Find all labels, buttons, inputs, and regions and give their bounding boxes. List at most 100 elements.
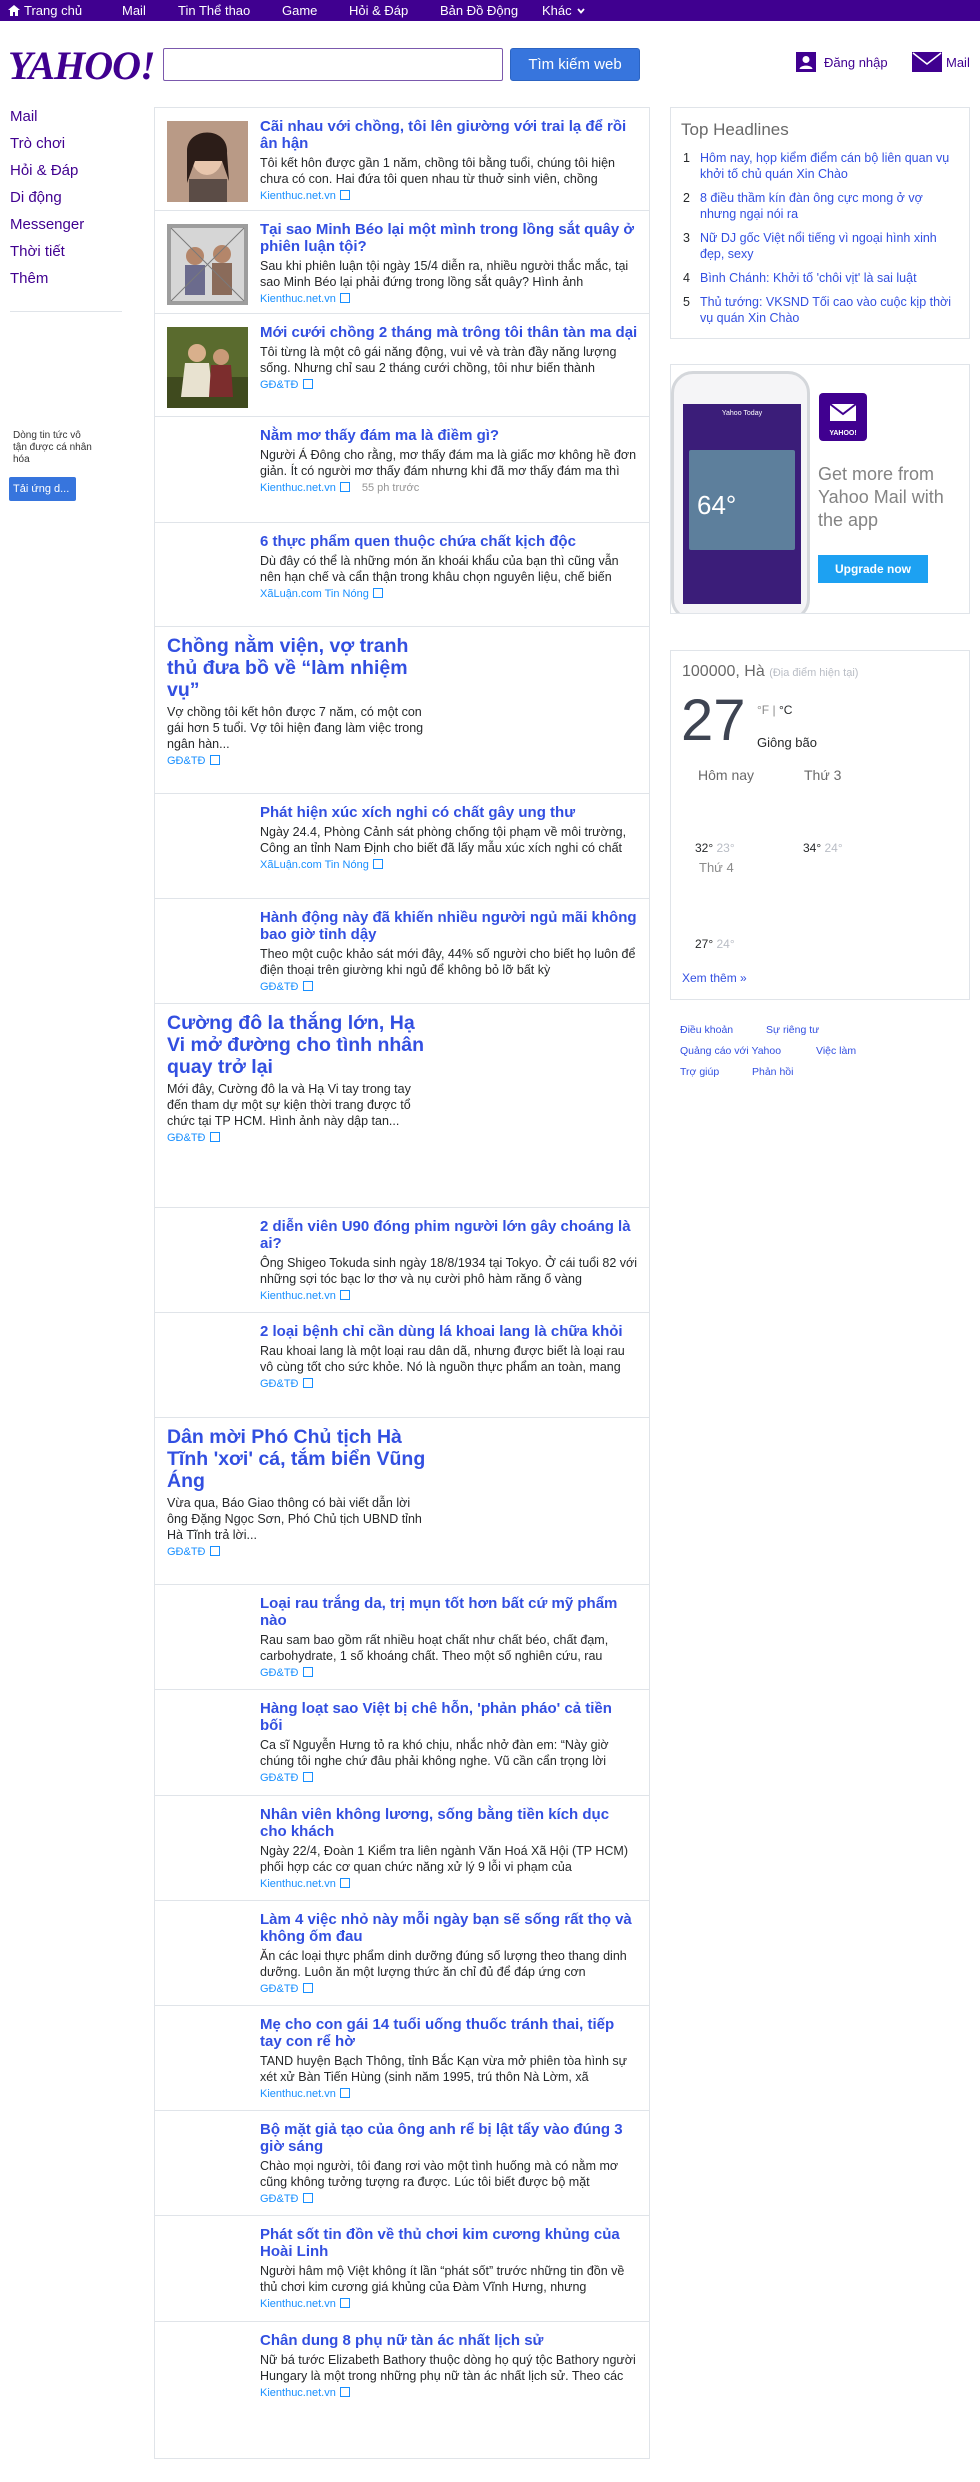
- stream-item[interactable]: Dân mời Phó Chủ tịch Hà Tĩnh 'xơi' cá, t…: [155, 1418, 649, 1585]
- nav-maps-link[interactable]: Bản Đồ Động: [440, 3, 518, 18]
- footer-advertise[interactable]: Quảng cáo với Yahoo: [680, 1045, 781, 1057]
- story-title[interactable]: Làm 4 việc nhỏ này mỗi ngày bạn sẽ sống …: [260, 1911, 638, 1945]
- headline-item[interactable]: 1 Hôm nay, họp kiểm điểm cán bộ liên quan…: [681, 150, 959, 182]
- story-title[interactable]: Nhân viên không lương, sống bằng tiền kí…: [260, 1806, 638, 1840]
- nav-sports-link[interactable]: Tin Thể thao: [178, 3, 250, 18]
- story-title[interactable]: Dân mời Phó Chủ tịch Hà Tĩnh 'xơi' cá, t…: [167, 1426, 427, 1492]
- story-source[interactable]: GĐ&TĐ: [260, 1667, 638, 1679]
- unit-c[interactable]: °C: [779, 703, 792, 717]
- yahoo-logo[interactable]: YAHOO!: [8, 42, 156, 89]
- sidebar-item-messenger[interactable]: Messenger: [10, 214, 130, 241]
- story-source[interactable]: GĐ&TĐ: [260, 1772, 638, 1784]
- footer-help[interactable]: Trợ giúp: [680, 1066, 719, 1078]
- story-source[interactable]: Kienthuc.net.vn: [260, 2088, 638, 2100]
- search-web-button[interactable]: Tìm kiếm web: [510, 48, 640, 81]
- story-source[interactable]: XãLuận.com Tin Nóng: [260, 859, 638, 871]
- story-source[interactable]: GĐ&TĐ: [167, 1546, 427, 1558]
- stream-item[interactable]: 6 thực phẩm quen thuộc chứa chất kịch độ…: [155, 523, 649, 627]
- story-title[interactable]: Mới cưới chồng 2 tháng mà trông tôi thân…: [260, 324, 638, 341]
- unit-f[interactable]: °F: [757, 703, 769, 717]
- story-title[interactable]: Nằm mơ thấy đám ma là điềm gì?: [260, 427, 638, 444]
- stream-item[interactable]: Cãi nhau với chồng, tôi lên giường với t…: [155, 108, 649, 211]
- story-title[interactable]: Phát hiện xúc xích nghi có chất gây ung …: [260, 804, 638, 821]
- headline-item[interactable]: 28 điều thầm kín đàn ông cực mong ở vợ n…: [681, 190, 959, 222]
- footer-privacy[interactable]: Sự riêng tư: [766, 1024, 819, 1036]
- story-source[interactable]: GĐ&TĐ: [260, 2193, 638, 2205]
- mail-link[interactable]: Mail: [912, 52, 970, 72]
- weather-location[interactable]: 100000, Hà (Địa điểm hiện tại): [682, 663, 858, 681]
- stream-item[interactable]: Cường đô la thắng lớn, Hạ Vi mở đường ch…: [155, 1004, 649, 1208]
- stream-item[interactable]: Nhân viên không lương, sống bằng tiền kí…: [155, 1796, 649, 1901]
- headline-item[interactable]: 4 Bình Chánh: Khởi tố 'chôi vịt' là sai l…: [681, 270, 959, 286]
- search-input[interactable]: [163, 48, 503, 81]
- story-source[interactable]: Kienthuc.net.vn 55 ph trước: [260, 482, 638, 494]
- sidebar-item-games[interactable]: Trò chơi: [10, 133, 130, 160]
- story-title[interactable]: Phát sốt tin đồn về thủ chơi kim cương k…: [260, 2226, 638, 2260]
- weather-more-link[interactable]: Xem thêm »: [682, 971, 747, 985]
- story-title[interactable]: Loại rau trắng da, trị mụn tốt hơn bất c…: [260, 1595, 638, 1629]
- story-title[interactable]: Tại sao Minh Béo lại một mình trong lồng…: [260, 221, 638, 255]
- story-title[interactable]: Chồng nằm viện, vợ tranh thủ đưa bồ về “…: [167, 635, 427, 701]
- story-title[interactable]: Bộ mặt giả tạo của ông anh rể bị lật tẩy…: [260, 2121, 638, 2155]
- story-title[interactable]: Mẹ cho con gái 14 tuổi uống thuốc tránh …: [260, 2016, 638, 2050]
- nav-games-link[interactable]: Game: [282, 3, 317, 18]
- sidebar-item-mobile[interactable]: Di động: [10, 187, 130, 214]
- footer-feedback[interactable]: Phản hồi: [752, 1066, 793, 1078]
- story-source[interactable]: GĐ&TĐ: [260, 1378, 638, 1390]
- mail-app-ad[interactable]: Yahoo Today 64° YAHOO! Get more from Yah…: [670, 364, 970, 614]
- nav-more-menu[interactable]: Khác: [542, 3, 585, 18]
- stream-item[interactable]: Mới cưới chồng 2 tháng mà trông tôi thân…: [155, 314, 649, 417]
- sidebar-item-weather[interactable]: Thời tiết: [10, 241, 130, 268]
- story-thumbnail[interactable]: [167, 121, 248, 202]
- stream-item[interactable]: Phát hiện xúc xích nghi có chất gây ung …: [155, 794, 649, 899]
- weather-tab-today[interactable]: Hôm nay: [698, 767, 754, 783]
- story-source[interactable]: Kienthuc.net.vn: [260, 1290, 638, 1302]
- stream-item[interactable]: Phát sốt tin đồn về thủ chơi kim cương k…: [155, 2216, 649, 2322]
- story-source[interactable]: Kienthuc.net.vn: [260, 190, 638, 202]
- stream-item[interactable]: Làm 4 việc nhỏ này mỗi ngày bạn sẽ sống …: [155, 1901, 649, 2006]
- story-source[interactable]: Kienthuc.net.vn: [260, 1878, 638, 1890]
- story-source[interactable]: Kienthuc.net.vn: [260, 2387, 638, 2399]
- footer-jobs[interactable]: Việc làm: [816, 1045, 856, 1057]
- story-source[interactable]: GĐ&TĐ: [260, 1983, 638, 1995]
- stream-item[interactable]: 2 loại bệnh chỉ cần dùng lá khoai lang l…: [155, 1313, 649, 1418]
- weather-tab-tue[interactable]: Thứ 3: [804, 767, 841, 783]
- download-app-button[interactable]: Tải ứng d...: [9, 477, 76, 501]
- story-source[interactable]: GĐ&TĐ: [167, 1132, 427, 1144]
- story-title[interactable]: 2 diễn viên U90 đóng phim người lớn gây …: [260, 1218, 638, 1252]
- nav-mail-link[interactable]: Mail: [122, 3, 146, 18]
- story-title[interactable]: Hàng loạt sao Việt bị chê hỗn, 'phản phá…: [260, 1700, 638, 1734]
- story-title[interactable]: Cãi nhau với chồng, tôi lên giường với t…: [260, 118, 638, 152]
- signin-link[interactable]: Đăng nhập: [796, 52, 888, 72]
- stream-item[interactable]: 2 diễn viên U90 đóng phim người lớn gây …: [155, 1208, 649, 1313]
- story-source[interactable]: GĐ&TĐ: [167, 755, 427, 767]
- nav-answers-link[interactable]: Hỏi & Đáp: [349, 3, 408, 18]
- stream-item[interactable]: Chân dung 8 phụ nữ tàn ác nhất lịch sử Nữ…: [155, 2322, 649, 2458]
- headline-item[interactable]: 3 Nữ DJ gốc Việt nổi tiếng vì ngoại hình …: [681, 230, 959, 262]
- stream-item[interactable]: Chồng nằm viện, vợ tranh thủ đưa bồ về “…: [155, 627, 649, 794]
- story-title[interactable]: 6 thực phẩm quen thuộc chứa chất kịch độ…: [260, 533, 638, 550]
- story-title[interactable]: Hành động này đã khiến nhiều người ngủ m…: [260, 909, 638, 943]
- headline-item[interactable]: 5 Thủ tướng: VKSND Tối cao vào cuộc kịp t…: [681, 294, 959, 326]
- story-thumbnail[interactable]: [167, 224, 248, 305]
- story-source[interactable]: Kienthuc.net.vn: [260, 2298, 638, 2310]
- story-source[interactable]: GĐ&TĐ: [260, 379, 638, 391]
- stream-item[interactable]: Tại sao Minh Béo lại một mình trong lồng…: [155, 211, 649, 314]
- story-title[interactable]: 2 loại bệnh chỉ cần dùng lá khoai lang l…: [260, 1323, 638, 1340]
- stream-item[interactable]: Nằm mơ thấy đám ma là điềm gì? Người Á Đô…: [155, 417, 649, 523]
- story-thumbnail[interactable]: [167, 327, 248, 408]
- footer-terms[interactable]: Điều khoản: [680, 1024, 733, 1036]
- upgrade-now-button[interactable]: Upgrade now: [818, 555, 928, 583]
- nav-home-link[interactable]: Trang chủ: [8, 3, 82, 18]
- story-title[interactable]: Chân dung 8 phụ nữ tàn ác nhất lịch sử: [260, 2332, 638, 2349]
- stream-item[interactable]: Loại rau trắng da, trị mụn tốt hơn bất c…: [155, 1585, 649, 1690]
- sidebar-item-mail[interactable]: Mail: [10, 106, 130, 133]
- story-source[interactable]: XãLuận.com Tin Nóng: [260, 588, 638, 600]
- sidebar-item-answers[interactable]: Hỏi & Đáp: [10, 160, 130, 187]
- stream-item[interactable]: Hàng loạt sao Việt bị chê hỗn, 'phản phá…: [155, 1690, 649, 1796]
- weather-unit-toggle[interactable]: °F | °C: [757, 703, 792, 717]
- sidebar-item-more[interactable]: Thêm: [10, 268, 130, 295]
- stream-item[interactable]: Bộ mặt giả tạo của ông anh rể bị lật tẩy…: [155, 2111, 649, 2216]
- story-title[interactable]: Cường đô la thắng lớn, Hạ Vi mở đường ch…: [167, 1012, 427, 1078]
- stream-item[interactable]: Hành động này đã khiến nhiều người ngủ m…: [155, 899, 649, 1004]
